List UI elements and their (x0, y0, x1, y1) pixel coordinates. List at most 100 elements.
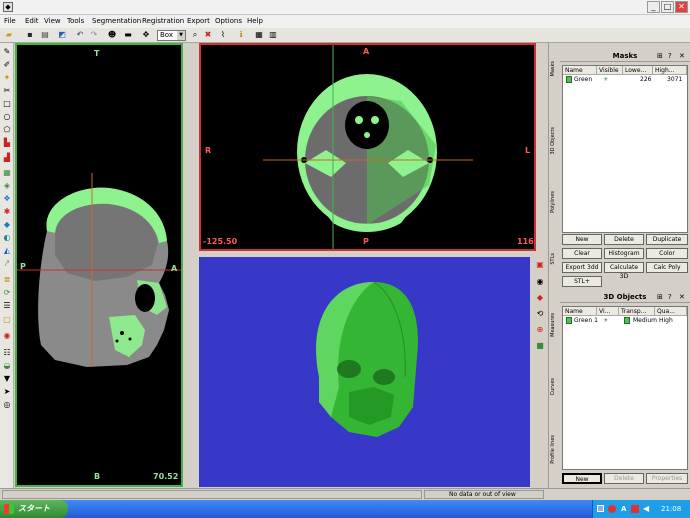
print-icon[interactable]: ▤ (40, 30, 50, 40)
masks-col-name[interactable]: Name (563, 66, 597, 75)
cube-icon[interactable]: ▢ (2, 315, 12, 325)
mask-new-button[interactable]: New (562, 234, 602, 245)
masks-col-high[interactable]: High... (653, 66, 687, 75)
3d-objects-list[interactable]: Name Vi... Transp... Qua... Green 1 ☀ Me… (562, 306, 688, 470)
ime-mode-icon[interactable] (631, 505, 639, 513)
masks-col-visible[interactable]: Visible (597, 66, 623, 75)
pin-icon[interactable]: ⊞ (657, 293, 663, 301)
split-icon[interactable]: ◒ (2, 361, 12, 371)
volume-icon[interactable]: ◀ (643, 504, 649, 514)
axial-viewport[interactable]: A P R L -125.50 116 (199, 43, 536, 251)
bucket-icon[interactable]: ◭ (2, 246, 12, 256)
3d-rotate-icon[interactable]: ⟲ (535, 309, 545, 319)
3d-viewport[interactable] (199, 257, 530, 487)
boolean-icon[interactable]: ◐ (2, 233, 12, 243)
undo-icon[interactable]: ↶ (75, 30, 85, 40)
object-new-button[interactable]: New (562, 473, 602, 484)
menu-export[interactable]: Export (187, 17, 210, 25)
merge-icon[interactable]: ▼ (2, 374, 12, 384)
cavity-icon[interactable]: ☷ (2, 348, 12, 358)
clock[interactable]: 21:08 (661, 500, 681, 518)
maximize-button[interactable]: □ (661, 1, 674, 13)
mask-clear-button[interactable]: Clear (562, 248, 602, 259)
scissors-icon[interactable]: ✂ (2, 86, 12, 96)
3d-export-icon[interactable]: ▣ (535, 260, 545, 270)
help-icon[interactable]: ? (668, 293, 672, 301)
smooth-icon[interactable]: ☰ (2, 301, 12, 311)
threshold-icon[interactable]: ▟ (2, 153, 12, 163)
ime-indicator[interactable]: A (621, 500, 626, 518)
objects-col-transparency[interactable]: Transp... (619, 307, 655, 316)
table-row[interactable]: Green ☀ 226 3071 (563, 75, 687, 84)
save-icon[interactable]: ▪ (25, 30, 35, 40)
mask-export-3dd-button[interactable]: Export 3dd (562, 262, 602, 273)
tab-masks[interactable]: Masks (550, 61, 559, 76)
histogram-icon[interactable]: ▙ (2, 138, 12, 148)
region-grow-icon[interactable]: ▦ (2, 168, 12, 178)
sagittal-viewport[interactable]: T B P A 70.52 (15, 43, 183, 487)
wand-icon[interactable]: ✦ (2, 73, 12, 83)
erode-icon[interactable]: ❖ (2, 194, 12, 204)
select-icon[interactable]: ◎ (2, 400, 12, 410)
objects-col-quality[interactable]: Qua... (655, 307, 687, 316)
import-icon[interactable]: ◩ (57, 30, 67, 40)
pin-icon[interactable]: ⊞ (657, 52, 663, 60)
visible-icon[interactable]: ☀ (603, 75, 608, 84)
tab-profile-lines[interactable]: Profile lines (550, 435, 559, 464)
object-delete-button[interactable]: Delete (604, 473, 644, 484)
menu-segmentation[interactable]: Segmentation (92, 17, 141, 25)
contrast-icon[interactable]: ▬ (123, 30, 133, 40)
menu-file[interactable]: File (4, 17, 16, 25)
info-icon[interactable]: ℹ (236, 30, 246, 40)
3d-light-icon[interactable]: ◆ (535, 293, 545, 303)
masks-col-low[interactable]: Lowe... (623, 66, 653, 75)
eyedrop-icon[interactable]: ⤤ (2, 259, 12, 269)
menu-options[interactable]: Options (215, 17, 242, 25)
mask-duplicate-button[interactable]: Duplicate (646, 234, 688, 245)
mask-stl-plus-button[interactable]: STL+ (562, 276, 602, 287)
brush-icon[interactable]: ✐ (2, 60, 12, 70)
language-icon[interactable] (608, 505, 616, 513)
menu-tools[interactable]: Tools (67, 17, 84, 25)
mask-calculate-3d-button[interactable]: Calculate 3D (604, 262, 644, 280)
dilate-icon[interactable]: ◈ (2, 181, 12, 191)
tab-stls[interactable]: STLs (550, 253, 559, 265)
menu-registration[interactable]: Registration (142, 17, 184, 25)
menu-view[interactable]: View (44, 17, 61, 25)
tab-3d-objects[interactable]: 3D Objects (550, 127, 559, 155)
close-panel-icon[interactable]: ✕ (679, 293, 685, 301)
zoom-icon[interactable]: ⌕ (190, 30, 200, 40)
pencil-icon[interactable]: ✎ (2, 47, 12, 57)
mask-color-button[interactable]: Color (646, 248, 688, 259)
3d-object-icon[interactable]: ■ (535, 341, 545, 351)
menu-help[interactable]: Help (247, 17, 263, 25)
close-panel-icon[interactable]: ✕ (679, 52, 685, 60)
skull-icon[interactable]: ☻ (107, 30, 117, 40)
masks-list[interactable]: Name Visible Lowe... High... Green ☀ 226… (562, 65, 688, 233)
table-row[interactable]: Green 1 ☀ Medium High (563, 316, 687, 325)
reset-zoom-icon[interactable]: ✖ (203, 30, 213, 40)
tab-polylines[interactable]: Polylines (550, 191, 559, 213)
redo-icon[interactable]: ↷ (89, 30, 99, 40)
start-button[interactable]: スタート (0, 500, 68, 518)
layout-icon[interactable]: ▦ (254, 30, 264, 40)
polygon-icon[interactable]: ⬠ (2, 125, 12, 135)
open-folder-icon[interactable]: ▰ (4, 30, 14, 40)
visible-icon[interactable]: ☀ (603, 316, 608, 325)
tab-measures[interactable]: Measures (550, 313, 559, 337)
objects-col-name[interactable]: Name (563, 307, 597, 316)
view-select[interactable]: Box ▼ (157, 30, 186, 41)
mask-delete-button[interactable]: Delete (604, 234, 644, 245)
layers-icon[interactable]: ≣ (2, 275, 12, 285)
pan-icon[interactable]: ✥ (141, 30, 151, 40)
hole-fill-icon[interactable]: ◉ (2, 331, 12, 341)
3d-clip-icon[interactable]: ⊕ (535, 325, 545, 335)
grid-icon[interactable]: ▥ (268, 30, 278, 40)
tab-curves[interactable]: Curves (550, 378, 559, 395)
object-properties-button[interactable]: Properties (646, 473, 688, 484)
morph-icon[interactable]: ✱ (2, 207, 12, 217)
close-button[interactable]: ✕ (675, 1, 688, 13)
menu-edit[interactable]: Edit (25, 17, 39, 25)
rectangle-icon[interactable]: □ (2, 99, 12, 109)
objects-col-visible[interactable]: Vi... (597, 307, 619, 316)
